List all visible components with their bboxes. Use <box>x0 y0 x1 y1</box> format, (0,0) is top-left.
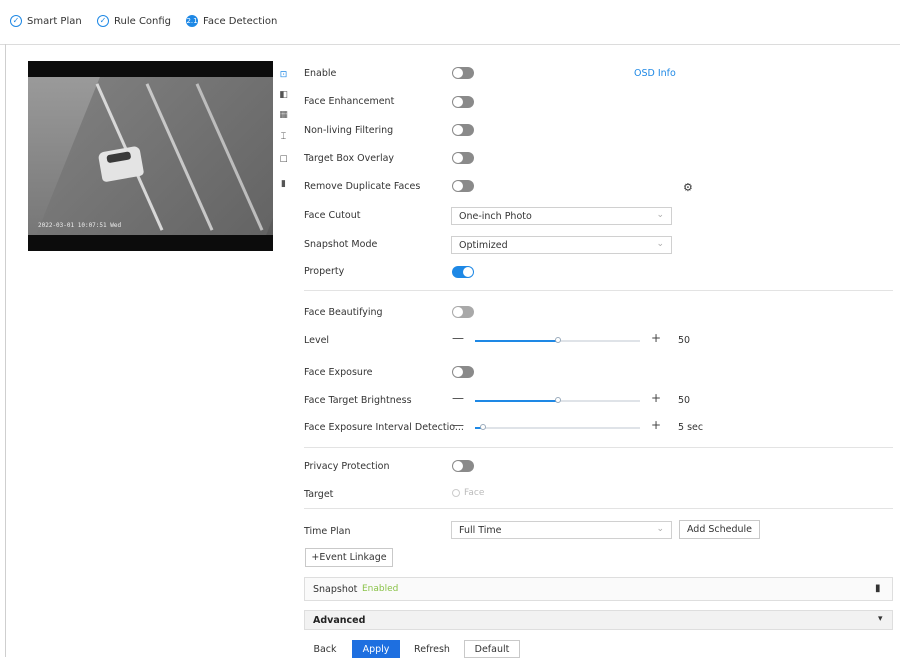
delete-icon[interactable]: ▮ <box>875 583 881 594</box>
step-rule-config[interactable]: ✓ Rule Config <box>97 15 171 27</box>
snapshot-label: Snapshot <box>313 584 358 595</box>
draw-rule-icon[interactable]: ⊡ <box>278 70 289 80</box>
step-number-badge: 2.1 <box>186 15 198 27</box>
enable-label: Enable <box>304 68 337 79</box>
step-face-detection[interactable]: 2.1 Face Detection <box>186 15 277 27</box>
slider-fill <box>475 400 558 402</box>
video-osd-text: 2022-03-01 10:07:51 Wed <box>38 222 122 229</box>
time-plan-select[interactable]: Full Time ⌄ <box>451 521 672 539</box>
default-button[interactable]: Default <box>464 640 520 658</box>
remove-duplicate-label: Remove Duplicate Faces <box>304 181 421 192</box>
slider-fill <box>475 340 558 342</box>
settings-gear-icon[interactable]: ⚙ <box>683 181 693 194</box>
divider <box>304 508 893 509</box>
face-exposure-label: Face Exposure <box>304 367 373 378</box>
target-box-overlay-toggle[interactable] <box>452 152 474 164</box>
radio-icon <box>452 489 460 497</box>
step-label: Rule Config <box>114 15 172 27</box>
target-face-radio[interactable]: Face <box>452 488 484 498</box>
snapshot-mode-value: Optimized <box>459 240 508 251</box>
remove-duplicate-toggle[interactable] <box>452 180 474 192</box>
face-enhancement-toggle[interactable] <box>452 96 474 108</box>
chevron-down-icon: ⌄ <box>656 210 664 220</box>
add-schedule-button[interactable]: Add Schedule <box>679 520 760 539</box>
face-beautifying-toggle[interactable] <box>452 306 474 318</box>
enable-toggle[interactable] <box>452 67 474 79</box>
minus-icon[interactable]: — <box>452 331 464 345</box>
face-cutout-select[interactable]: One-inch Photo ⌄ <box>451 207 672 225</box>
page-left-border <box>5 44 6 657</box>
face-cutout-value: One-inch Photo <box>459 211 532 222</box>
video-preview[interactable]: 2022-03-01 10:07:51 Wed <box>28 61 273 251</box>
non-living-filtering-toggle[interactable] <box>452 124 474 136</box>
privacy-protection-label: Privacy Protection <box>304 461 390 472</box>
region-box-icon[interactable]: ☐ <box>278 155 289 165</box>
target-option-label: Face <box>464 488 485 498</box>
snapshot-panel[interactable]: Snapshot Enabled ▮ <box>304 577 893 601</box>
divider <box>304 290 893 291</box>
apply-button[interactable]: Apply <box>352 640 400 658</box>
target-box-overlay-label: Target Box Overlay <box>304 153 395 164</box>
privacy-protection-toggle[interactable] <box>452 460 474 472</box>
face-target-brightness-label: Face Target Brightness <box>304 395 412 406</box>
target-filter-icon[interactable]: ◧ <box>278 90 289 100</box>
osd-info-link[interactable]: OSD Info <box>634 68 676 79</box>
brightness-value: 50 <box>678 395 691 406</box>
delete-icon[interactable]: ▮ <box>278 179 289 189</box>
size-box-icon[interactable]: ⌶ <box>278 132 289 142</box>
advanced-panel[interactable]: Advanced ▾ <box>304 610 893 630</box>
plus-icon[interactable]: + <box>651 418 661 432</box>
chevron-down-icon: ⌄ <box>656 524 664 534</box>
exposure-interval-label: Face Exposure Interval Detectio... <box>304 422 464 433</box>
level-label: Level <box>304 335 330 346</box>
plus-icon[interactable]: + <box>651 391 661 405</box>
advanced-label: Advanced <box>313 615 366 626</box>
caret-down-icon[interactable]: ▾ <box>878 614 883 624</box>
snapshot-mode-select[interactable]: Optimized ⌄ <box>451 236 672 254</box>
brightness-slider[interactable] <box>475 397 640 403</box>
level-slider[interactable] <box>475 337 640 343</box>
slider-thumb[interactable] <box>480 424 486 430</box>
slider-thumb[interactable] <box>555 337 561 343</box>
snapshot-status: Enabled <box>362 584 399 594</box>
face-beautifying-label: Face Beautifying <box>304 307 383 318</box>
property-label: Property <box>304 266 345 277</box>
property-toggle[interactable] <box>452 266 474 278</box>
chevron-down-icon: ⌄ <box>656 239 664 249</box>
level-value: 50 <box>678 335 691 346</box>
minus-icon[interactable]: — <box>452 418 464 432</box>
face-enhancement-label: Face Enhancement <box>304 96 395 107</box>
target-label: Target <box>304 489 334 500</box>
step-smart-plan[interactable]: ✓ Smart Plan <box>10 15 82 27</box>
face-cutout-label: Face Cutout <box>304 210 361 221</box>
divider <box>304 447 893 448</box>
back-button[interactable]: Back <box>305 640 345 658</box>
wizard-header: ✓ Smart Plan ✓ Rule Config 2.1 Face Dete… <box>0 0 900 45</box>
camera-scene: 2022-03-01 10:07:51 Wed <box>28 77 273 235</box>
snapshot-mode-label: Snapshot Mode <box>304 239 378 250</box>
step-label: Face Detection <box>203 15 278 27</box>
non-living-filtering-label: Non-living Filtering <box>304 125 394 136</box>
slider-thumb[interactable] <box>555 397 561 403</box>
check-icon: ✓ <box>97 15 109 27</box>
grid-icon[interactable]: ▦ <box>278 110 289 120</box>
step-label: Smart Plan <box>27 15 82 27</box>
minus-icon[interactable]: — <box>452 391 464 405</box>
plus-icon[interactable]: + <box>651 331 661 345</box>
interval-slider[interactable] <box>475 424 640 430</box>
time-plan-value: Full Time <box>459 525 502 536</box>
time-plan-label: Time Plan <box>304 526 351 537</box>
event-linkage-button[interactable]: +Event Linkage <box>305 548 393 567</box>
face-exposure-toggle[interactable] <box>452 366 474 378</box>
check-icon: ✓ <box>10 15 22 27</box>
refresh-button[interactable]: Refresh <box>405 640 459 658</box>
interval-value: 5 sec <box>678 422 704 433</box>
